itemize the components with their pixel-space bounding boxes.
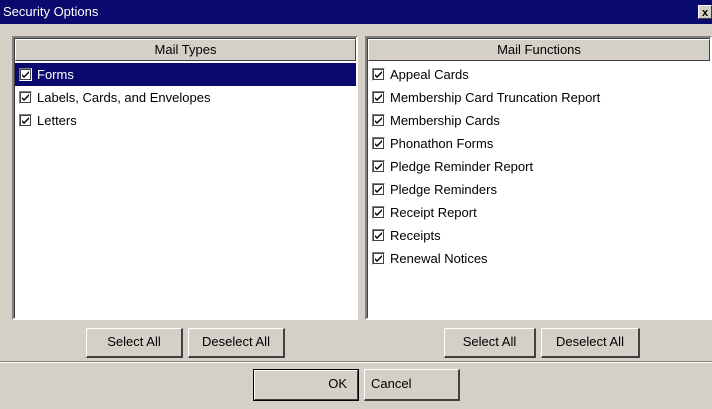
checkbox-checked[interactable]	[372, 206, 385, 220]
checkbox-checked[interactable]	[19, 91, 32, 105]
mail-types-header[interactable]: Mail Types	[15, 39, 356, 61]
mail-function-item[interactable]: Pledge Reminders	[368, 178, 710, 201]
checkbox-checked[interactable]	[372, 91, 385, 105]
mail-function-item[interactable]: Renewal Notices	[368, 247, 710, 270]
checkbox-checked[interactable]	[372, 229, 385, 243]
mail-type-item-label: Labels, Cards, and Envelopes	[37, 90, 211, 105]
mail-function-item-label: Receipt Report	[390, 205, 477, 220]
mail-function-item-label: Pledge Reminders	[390, 182, 497, 197]
ok-button-label: OK	[254, 370, 358, 400]
title-bar: Security Options x	[0, 0, 712, 24]
mail-types-deselect-all-button[interactable]: Deselect All	[188, 328, 285, 358]
mail-function-item-label: Receipts	[390, 228, 441, 243]
mail-function-item[interactable]: Phonathon Forms	[368, 132, 710, 155]
checkbox-checked[interactable]	[372, 252, 385, 266]
close-icon[interactable]: x	[698, 5, 712, 19]
mail-function-item[interactable]: Receipt Report	[368, 201, 710, 224]
ok-button[interactable]: OK	[253, 369, 359, 401]
mail-type-item-label: Letters	[37, 113, 77, 128]
mail-function-item-label: Pledge Reminder Report	[390, 159, 534, 174]
mail-function-item[interactable]: Appeal Cards	[368, 63, 710, 86]
mail-types-panel: Mail Types Forms Labels, Cards, and Envel…	[12, 36, 358, 320]
mail-types-list[interactable]: Forms Labels, Cards, and Envelopes Letters	[15, 61, 356, 132]
mail-type-item[interactable]: Letters	[15, 109, 356, 132]
mail-function-item[interactable]: Receipts	[368, 224, 710, 247]
mail-function-item[interactable]: Pledge Reminder Report	[368, 155, 710, 178]
mail-functions-deselect-all-button[interactable]: Deselect All	[541, 328, 640, 358]
cancel-button[interactable]: Cancel	[364, 369, 460, 401]
mail-type-item[interactable]: Labels, Cards, and Envelopes	[15, 86, 356, 109]
mail-type-item-label: Forms	[36, 67, 75, 82]
mail-functions-header[interactable]: Mail Functions	[368, 39, 710, 61]
mail-function-item[interactable]: Membership Card Truncation Report	[368, 86, 710, 109]
mail-functions-list[interactable]: Appeal Cards Membership Card Truncation R…	[368, 61, 710, 270]
mail-type-item[interactable]: Forms	[15, 63, 356, 86]
checkbox-checked[interactable]	[372, 68, 385, 82]
checkbox-checked[interactable]	[372, 114, 385, 128]
checkbox-checked[interactable]	[372, 137, 385, 151]
mail-function-item-label: Membership Card Truncation Report	[390, 90, 601, 105]
checkbox-checked[interactable]	[19, 68, 32, 82]
mail-functions-select-all-button[interactable]: Select All	[444, 328, 536, 358]
mail-function-item-label: Appeal Cards	[390, 67, 469, 82]
mail-types-select-all-button[interactable]: Select All	[86, 328, 183, 358]
checkbox-checked[interactable]	[372, 183, 385, 197]
mail-functions-panel: Mail Functions Appeal Cards Membership Ca…	[365, 36, 712, 320]
button-separator	[0, 361, 712, 363]
checkbox-checked[interactable]	[372, 160, 385, 174]
mail-function-item[interactable]: Membership Cards	[368, 109, 710, 132]
mail-function-item-label: Renewal Notices	[390, 251, 488, 266]
mail-function-item-label: Phonathon Forms	[390, 136, 494, 151]
checkbox-checked[interactable]	[19, 114, 32, 128]
mail-function-item-label: Membership Cards	[390, 113, 500, 128]
window-title: Security Options	[3, 4, 99, 19]
